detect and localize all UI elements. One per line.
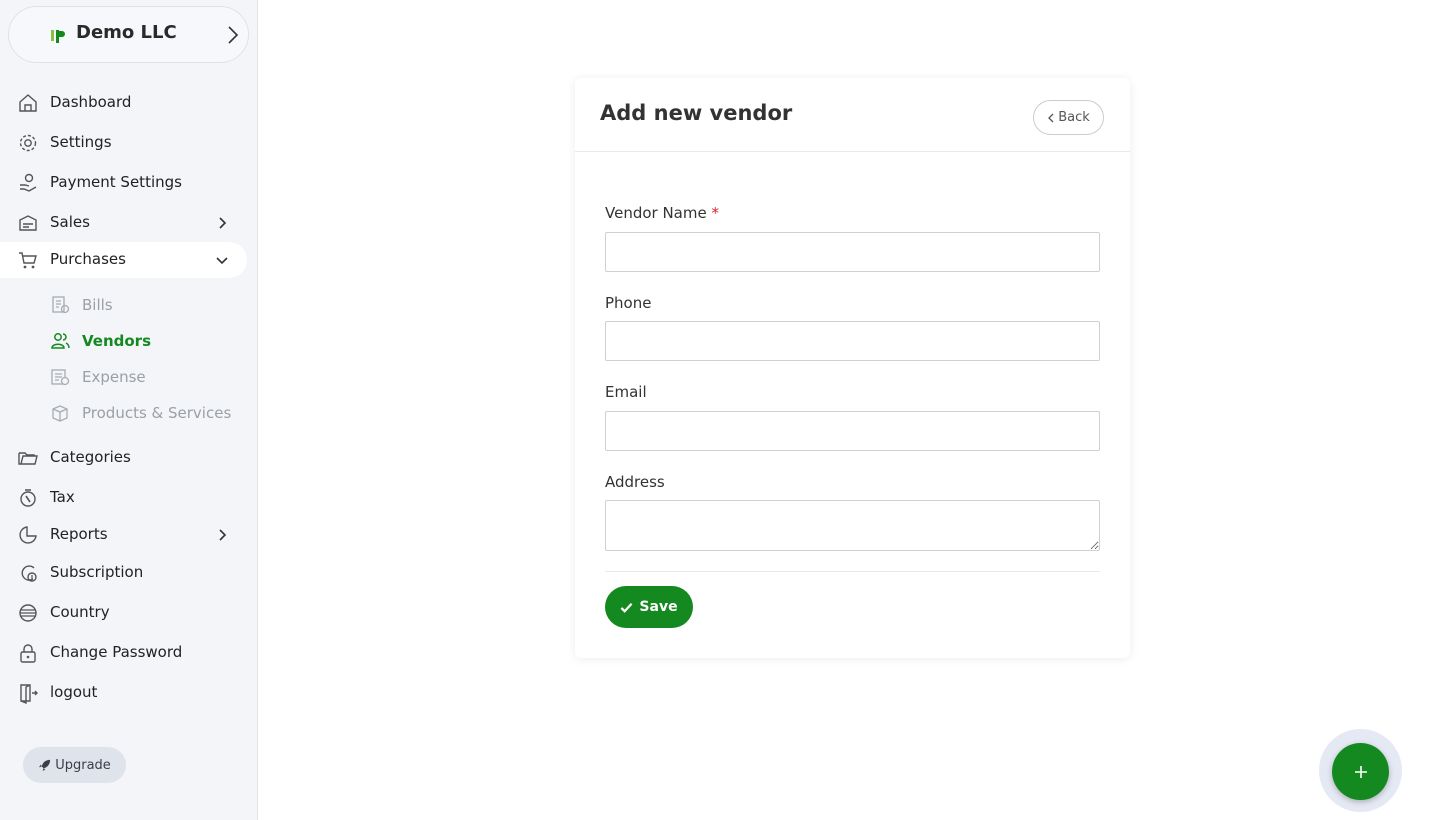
sidebar-item-label: Purchases [50,250,126,268]
sidebar-item-label: Sales [50,213,90,231]
company-name: Demo LLC [76,22,177,43]
sidebar-item-label: Change Password [50,643,183,661]
plus-icon [1354,765,1367,778]
chevron-right-icon [219,217,227,229]
sidebar-item-label: Subscription [50,563,144,581]
add-fab-button[interactable] [1332,743,1389,800]
address-textarea[interactable] [605,500,1100,551]
required-mark: * [711,204,720,222]
sidebar-item-payment-settings[interactable]: Payment Settings [0,165,247,201]
sidebar-item-label: Reports [50,525,108,543]
expense-icon [51,369,70,386]
lock-icon [20,644,36,663]
email-input[interactable] [605,411,1100,451]
sidebar-item-label: Payment Settings [50,173,182,191]
sidebar: Demo LLC Dashboard Settings Payment Sett… [0,0,258,820]
sidebar-item-categories[interactable]: Categories [0,440,247,476]
sidebar-item-label: logout [50,683,98,701]
add-vendor-card: Add new vendor Back Vendor Name * Phone … [575,78,1130,658]
sidebar-subitem-products-services[interactable]: Products & Services [0,398,247,428]
sidebar-item-label: Country [50,603,110,621]
sidebar-subitem-label: Bills [82,296,113,314]
phone-label: Phone [605,294,652,312]
money-hand-icon [20,173,37,192]
users-icon [51,333,70,349]
box-icon [52,405,68,422]
sidebar-item-subscription[interactable]: Subscription [0,555,247,591]
chevron-right-icon [219,529,227,541]
phone-input[interactable] [605,321,1100,361]
chevron-down-icon [216,257,228,265]
sidebar-subitem-label: Products & Services [82,404,232,422]
sidebar-item-tax[interactable]: Tax [0,480,247,516]
sidebar-item-sales[interactable]: Sales [0,205,247,241]
form-divider [605,571,1100,572]
company-switcher[interactable]: Demo LLC [8,6,249,63]
sidebar-item-change-password[interactable]: Change Password [0,635,247,671]
pie-chart-icon [19,526,37,544]
sidebar-subitem-expense[interactable]: Expense [0,362,247,392]
subscription-icon [21,565,37,582]
save-button[interactable]: Save [605,586,693,628]
bills-icon [52,296,70,314]
sidebar-item-logout[interactable]: logout [0,675,247,711]
globe-icon [19,604,37,622]
sidebar-item-reports[interactable]: Reports [0,517,247,553]
vendor-name-input[interactable] [605,232,1100,272]
tax-icon [20,489,36,507]
sidebar-item-label: Categories [50,448,131,466]
address-label: Address [605,473,665,491]
sidebar-item-settings[interactable]: Settings [0,125,247,161]
chevron-right-icon [228,26,239,44]
save-label: Save [639,599,678,615]
gear-icon [19,134,37,152]
sales-icon [19,215,37,231]
sidebar-item-label: Tax [50,488,75,506]
sidebar-item-label: Settings [50,133,112,151]
sidebar-item-dashboard[interactable]: Dashboard [0,85,247,121]
folder-icon [18,452,38,465]
sidebar-item-purchases[interactable]: Purchases [0,242,247,278]
cart-icon [19,252,37,269]
rocket-icon [39,759,51,771]
back-label: Back [1058,110,1090,125]
check-icon [621,602,633,613]
upgrade-button[interactable]: Upgrade [23,747,126,783]
page-title: Add new vendor [600,101,793,125]
vendor-name-label: Vendor Name * [605,204,719,222]
back-button[interactable]: Back [1033,100,1104,135]
sidebar-subitem-label: Expense [82,368,146,386]
email-label: Email [605,383,647,401]
sidebar-item-label: Dashboard [50,93,132,111]
home-icon [19,94,37,112]
sidebar-subitem-bills[interactable]: Bills [0,290,247,320]
sidebar-subitem-label: Vendors [82,332,152,350]
sidebar-subitem-vendors[interactable]: Vendors [0,326,247,356]
brand-logo-icon [51,30,65,43]
logout-icon [20,684,38,704]
chevron-left-icon [1048,113,1054,122]
card-header: Add new vendor Back [575,78,1130,152]
sidebar-item-country[interactable]: Country [0,595,247,631]
upgrade-label: Upgrade [55,757,111,773]
